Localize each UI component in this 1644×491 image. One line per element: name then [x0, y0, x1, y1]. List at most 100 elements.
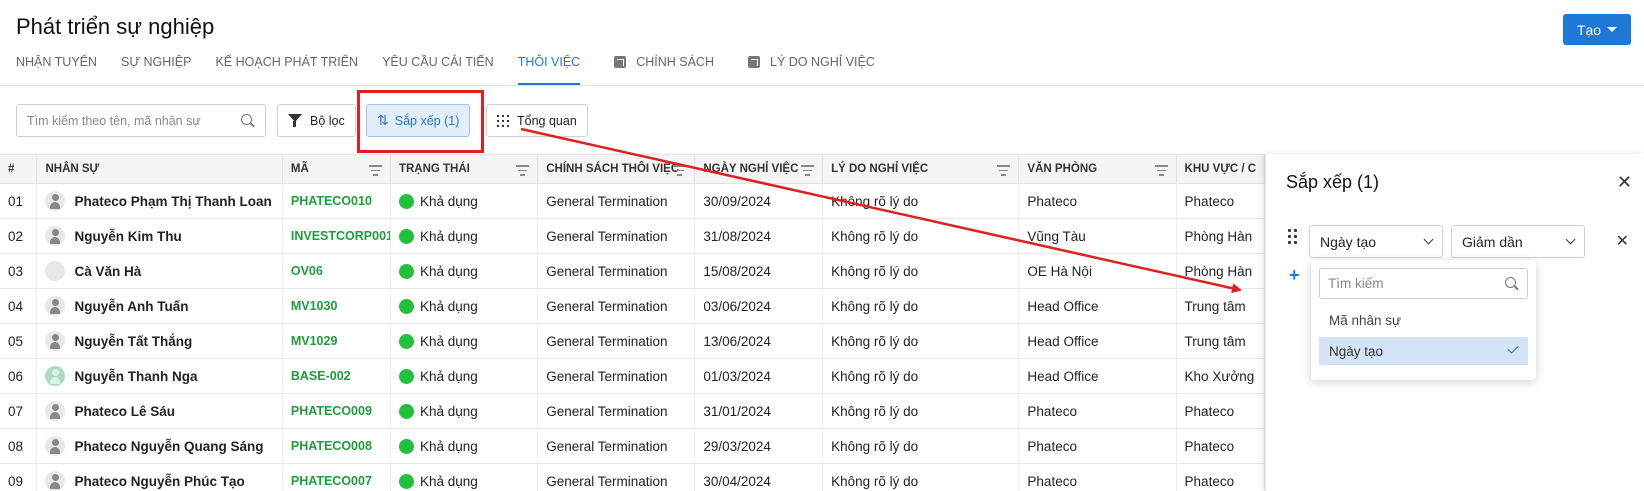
status-label: Khả dụng [419, 403, 478, 419]
date-cell: 30/09/2024 [695, 184, 824, 218]
tab-label: YÊU CẦU CẢI TIẾN [382, 55, 494, 69]
employee-cell[interactable]: Cà Văn Hà [37, 254, 283, 288]
employee-name: Nguyễn Thanh Nga [74, 368, 198, 384]
table-row[interactable]: 01 Phateco Phạm Thị Thanh Loan PHATECO010 K… [0, 184, 1265, 219]
overview-button[interactable]: Tổng quan [486, 104, 588, 137]
filter-button[interactable]: Bộ lọc [277, 104, 356, 137]
office-cell: Head Office [1019, 359, 1177, 393]
column-header-code[interactable]: MÃ [283, 155, 391, 183]
table-row[interactable]: 08 Phateco Nguyễn Quang Sáng PHATECO008 Khả… [0, 429, 1265, 464]
policy-cell: General Termination [538, 464, 696, 491]
sort-field-select[interactable]: Ngày tạo [1309, 225, 1443, 258]
column-filter-icon[interactable] [801, 165, 815, 179]
tab-career[interactable]: SỰ NGHIỆP [121, 53, 191, 85]
office-cell: Phateco [1019, 464, 1177, 491]
row-number: 02 [0, 219, 38, 253]
employee-name: Nguyễn Tất Thắng [74, 333, 193, 349]
table-row[interactable]: 04 Nguyễn Anh Tuấn MV1030 Khả dụng General T… [0, 289, 1265, 324]
search-input[interactable] [27, 113, 241, 128]
option-label: Ngày tạo [1329, 343, 1384, 359]
tab-label: SỰ NGHIỆP [121, 55, 192, 69]
employee-cell[interactable]: Nguyễn Anh Tuấn [37, 289, 283, 323]
drag-handle-icon[interactable] [1288, 229, 1298, 244]
avatar [45, 366, 66, 386]
column-header-employee[interactable]: NHÂN SỰ [37, 155, 283, 183]
employee-cell[interactable]: Phateco Lê Sáu [37, 394, 283, 428]
dropdown-search-box [1319, 268, 1528, 299]
column-header-policy[interactable]: CHÍNH SÁCH THÔI VIỆC [538, 155, 696, 183]
area-cell: Kho Xưởng [1177, 359, 1265, 393]
column-filter-icon[interactable] [368, 165, 382, 179]
dropdown-option-created-date[interactable]: Ngày tạo [1319, 337, 1528, 365]
search-icon[interactable] [241, 113, 255, 128]
column-filter-icon[interactable] [1154, 165, 1168, 179]
table-body: 01 Phateco Phạm Thị Thanh Loan PHATECO010 K… [0, 184, 1265, 491]
column-header-label: KHU VỰC / C [1184, 163, 1257, 175]
chevron-down-icon [1565, 234, 1576, 245]
column-header-date[interactable]: NGÀY NGHỈ VIỆC [695, 155, 824, 183]
employee-name: Phateco Phạm Thị Thanh Loan [74, 193, 272, 209]
column-filter-icon[interactable] [997, 165, 1011, 179]
avatar [45, 261, 66, 281]
reason-cell: Không rõ lý do [823, 429, 1020, 463]
column-header-label: VĂN PHÒNG [1027, 163, 1098, 175]
column-header-status[interactable]: TRẠNG THÁI [391, 155, 539, 183]
tab-development-plan[interactable]: KẾ HOẠCH PHÁT TRIỂN [215, 53, 358, 85]
column-header-label: MÃ [290, 163, 309, 175]
table-row[interactable]: 03 Cà Văn Hà OV06 Khả dụng General Terminati… [0, 254, 1265, 289]
tab-improvement-request[interactable]: YÊU CẦU CẢI TIẾN [382, 53, 494, 85]
employee-code: PHATECO008 [283, 429, 391, 463]
table-row[interactable]: 05 Nguyễn Tất Thắng MV1029 Khả dụng General … [0, 324, 1265, 359]
row-number: 01 [0, 184, 38, 218]
avatar [45, 191, 66, 211]
status-label: Khả dụng [419, 263, 478, 279]
column-header-area[interactable]: KHU VỰC / C [1177, 155, 1265, 183]
employee-cell[interactable]: Nguyễn Kim Thu [37, 219, 283, 253]
tab-recruitment[interactable]: NHẬN TUYỂN [16, 53, 97, 85]
tab-resignation-reason[interactable]: LÝ DO NGHỈ VIỆC [748, 53, 875, 85]
policy-cell: General Termination [538, 324, 696, 358]
avatar [45, 331, 66, 351]
policy-cell: General Termination [538, 219, 696, 253]
reason-cell: Không rõ lý do [823, 394, 1020, 428]
date-cell: 31/01/2024 [695, 394, 824, 428]
column-header-office[interactable]: VĂN PHÒNG [1019, 155, 1177, 183]
date-cell: 03/06/2024 [695, 289, 824, 323]
create-button[interactable]: Tạo [1563, 14, 1631, 45]
column-header-reason[interactable]: LÝ DO NGHỈ VIỆC [823, 155, 1020, 183]
tabs-divider [0, 85, 1644, 86]
tab-policy[interactable]: CHÍNH SÁCH [614, 53, 714, 85]
employee-cell[interactable]: Phateco Nguyễn Phúc Tạo [37, 464, 283, 491]
dropdown-search-input[interactable] [1328, 276, 1505, 291]
avatar [45, 226, 66, 246]
employee-cell[interactable]: Phateco Phạm Thị Thanh Loan [37, 184, 283, 218]
table-row[interactable]: 09 Phateco Nguyễn Phúc Tạo PHATECO007 Khả d… [0, 464, 1265, 491]
employee-cell[interactable]: Nguyễn Tất Thắng [37, 324, 283, 358]
table-row[interactable]: 02 Nguyễn Kim Thu INVESTCORP001 Khả dụng Gen… [0, 219, 1265, 254]
date-cell: 31/08/2024 [695, 219, 824, 253]
table-row[interactable]: 07 Phateco Lê Sáu PHATECO009 Khả dụng Genera… [0, 394, 1265, 429]
area-cell: Phateco [1177, 464, 1265, 491]
column-filter-icon[interactable] [673, 165, 687, 179]
remove-sort-icon[interactable]: ✕ [1616, 231, 1629, 251]
dropdown-option-employee-code[interactable]: Mã nhân sự [1319, 306, 1528, 334]
column-header-label: LÝ DO NGHỈ VIỆC [831, 163, 929, 175]
caret-down-icon [1607, 27, 1618, 32]
status-label: Khả dụng [419, 473, 478, 489]
sort-direction-select[interactable]: Giảm dần [1451, 225, 1585, 258]
tab-termination[interactable]: THÔI VIỆC [517, 53, 581, 85]
employee-name: Phateco Nguyễn Phúc Tạo [74, 473, 245, 489]
employee-cell[interactable]: Phateco Nguyễn Quang Sáng [37, 429, 283, 463]
page-title: Phát triển sự nghiệp [16, 14, 215, 39]
employee-cell[interactable]: Nguyễn Thanh Nga [37, 359, 283, 393]
avatar [45, 401, 66, 421]
sort-field-dropdown: Mã nhân sự Ngày tạo [1311, 260, 1536, 380]
close-icon[interactable]: ✕ [1617, 172, 1632, 193]
table-row[interactable]: 06 Nguyễn Thanh Nga BASE-002 Khả dụng Genera… [0, 359, 1265, 394]
status-cell: Khả dụng [391, 289, 539, 323]
plus-icon[interactable]: + [1289, 265, 1300, 286]
policy-cell: General Termination [538, 289, 696, 323]
check-icon [1507, 342, 1519, 354]
reason-cell: Không rõ lý do [823, 254, 1020, 288]
column-filter-icon[interactable] [516, 165, 530, 179]
